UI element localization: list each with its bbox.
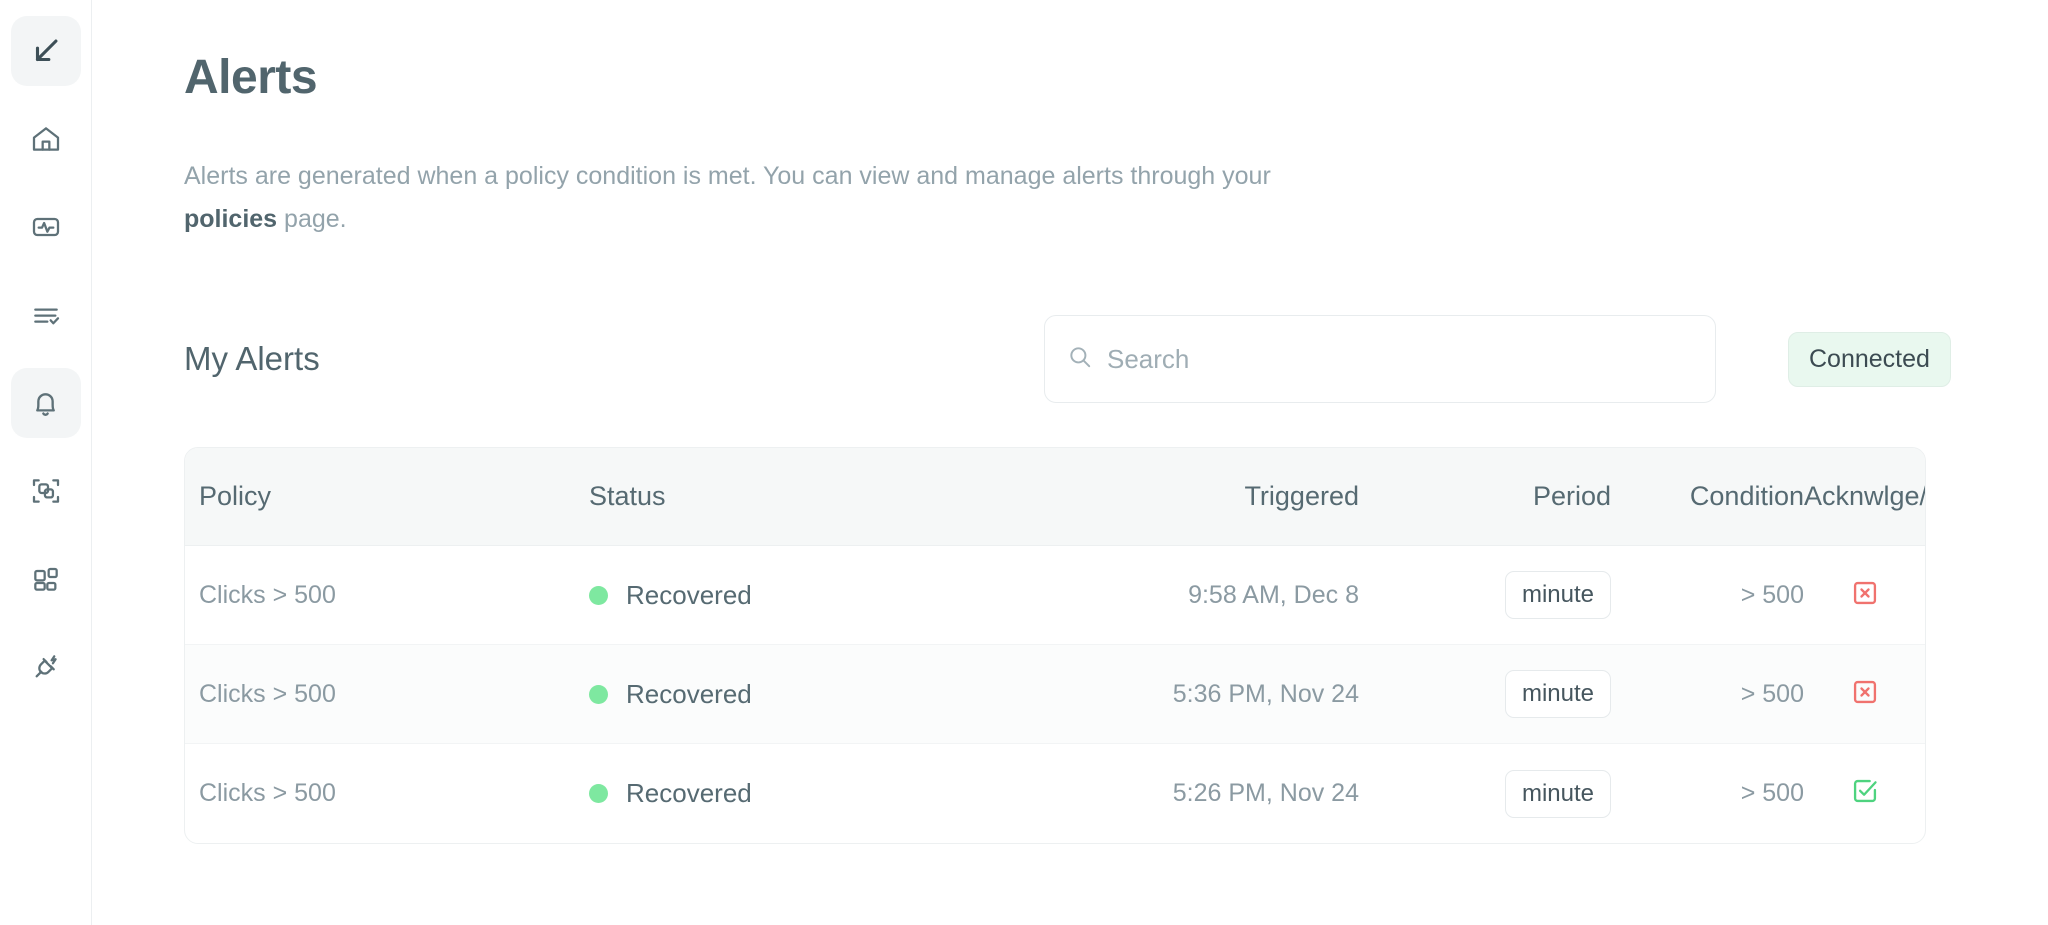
search-icon bbox=[1067, 344, 1093, 375]
policies-link[interactable]: policies bbox=[184, 205, 277, 233]
sidebar-item-integrations[interactable] bbox=[11, 632, 81, 702]
column-header-condition: Condition bbox=[1689, 481, 1804, 511]
cell-status: Recovered bbox=[589, 679, 959, 710]
sidebar-item-dashboards[interactable] bbox=[11, 544, 81, 614]
group-frame-icon bbox=[30, 475, 62, 507]
main-content: Alerts Alerts are generated when a polic… bbox=[92, 0, 2048, 925]
sidebar bbox=[0, 0, 92, 925]
cell-condition: > 500 bbox=[1740, 679, 1804, 708]
cell-triggered: 9:58 AM, Dec 8 bbox=[1188, 580, 1359, 609]
alerts-toolbar: My Alerts Connected bbox=[184, 315, 1956, 403]
status-dot bbox=[589, 585, 608, 605]
collapse-arrow-icon bbox=[29, 34, 63, 68]
connection-status-badge[interactable]: Connected bbox=[1788, 331, 1951, 387]
sidebar-item-home[interactable] bbox=[11, 104, 81, 174]
table-row[interactable]: Clicks > 500 Recovered 5:26 PM, Nov 24 m… bbox=[185, 744, 1925, 843]
checkbox-x-icon[interactable] bbox=[1851, 579, 1879, 612]
alerts-table: Policy Status Triggered Period Condition… bbox=[184, 447, 1926, 844]
cell-condition: > 500 bbox=[1740, 779, 1804, 807]
cell-acknowledged[interactable] bbox=[1804, 579, 1925, 612]
status-dot bbox=[589, 684, 608, 704]
checkbox-x-icon[interactable] bbox=[1851, 678, 1879, 711]
sidebar-item-alerts[interactable] bbox=[10, 368, 81, 438]
cell-period: minute bbox=[1359, 670, 1649, 718]
cell-condition: > 500 bbox=[1740, 580, 1804, 609]
table-row[interactable]: Clicks > 500 Recovered 5:36 PM, Nov 24 m… bbox=[185, 645, 1925, 744]
cell-policy: Clicks > 500 bbox=[199, 679, 336, 708]
home-icon bbox=[30, 123, 62, 155]
sidebar-item-activity[interactable] bbox=[11, 192, 81, 262]
table-header-row: Policy Status Triggered Period Condition… bbox=[185, 448, 1925, 546]
status-label: Recovered bbox=[626, 579, 752, 610]
status-label: Recovered bbox=[626, 678, 752, 709]
period-pill: minute bbox=[1504, 571, 1611, 619]
cell-policy: Clicks > 500 bbox=[199, 779, 336, 807]
page-description-text-before: Alerts are generated when a policy condi… bbox=[184, 162, 1271, 190]
checkbox-check-icon[interactable] bbox=[1851, 777, 1879, 810]
column-header-acknowledged: Acknwlge/d bbox=[1804, 481, 1925, 511]
cell-policy: Clicks > 500 bbox=[199, 580, 336, 609]
page-description-text-after: page. bbox=[277, 205, 347, 233]
bell-icon bbox=[29, 387, 62, 420]
section-title: My Alerts bbox=[184, 340, 320, 377]
search-input[interactable] bbox=[1107, 343, 1693, 375]
column-header-triggered: Triggered bbox=[1244, 481, 1359, 511]
table-body: Clicks > 500 Recovered 9:58 AM, Dec 8 mi… bbox=[185, 546, 1925, 843]
page-description: Alerts are generated when a policy condi… bbox=[184, 155, 1304, 241]
cell-acknowledged[interactable] bbox=[1804, 777, 1925, 810]
cell-period: minute bbox=[1359, 769, 1649, 818]
column-header-policy: Policy bbox=[199, 481, 272, 511]
cell-triggered: 5:36 PM, Nov 24 bbox=[1172, 679, 1359, 708]
cell-period: minute bbox=[1359, 571, 1649, 619]
checklist-icon bbox=[30, 299, 62, 331]
cell-status: Recovered bbox=[589, 778, 959, 809]
page-title: Alerts bbox=[184, 51, 318, 104]
column-header-period: Period bbox=[1532, 481, 1611, 511]
activity-pulse-icon bbox=[30, 211, 62, 243]
plug-icon bbox=[30, 651, 62, 683]
table-row[interactable]: Clicks > 500 Recovered 9:58 AM, Dec 8 mi… bbox=[185, 546, 1925, 645]
cell-triggered: 5:26 PM, Nov 24 bbox=[1172, 779, 1359, 807]
sidebar-item-tasks[interactable] bbox=[11, 280, 81, 350]
app-root: Alerts Alerts are generated when a polic… bbox=[0, 0, 2048, 925]
column-header-status: Status bbox=[589, 481, 666, 511]
sidebar-item-collapse-toggle[interactable] bbox=[10, 16, 81, 86]
period-pill: minute bbox=[1504, 670, 1611, 718]
cell-status: Recovered bbox=[589, 580, 959, 611]
period-pill: minute bbox=[1504, 769, 1611, 818]
status-dot bbox=[589, 784, 608, 803]
blocks-icon bbox=[30, 563, 62, 595]
sidebar-item-groups[interactable] bbox=[11, 456, 81, 526]
status-label: Recovered bbox=[626, 778, 752, 808]
search-box[interactable] bbox=[1044, 315, 1716, 403]
cell-acknowledged[interactable] bbox=[1804, 678, 1925, 711]
